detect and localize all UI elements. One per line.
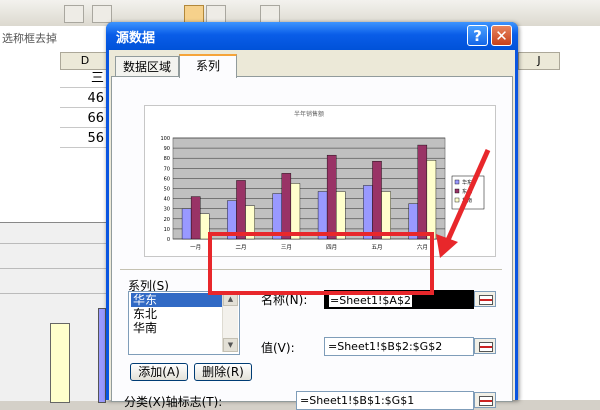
annotation-arrow	[436, 148, 491, 258]
tab-series[interactable]: 系列	[179, 54, 237, 78]
